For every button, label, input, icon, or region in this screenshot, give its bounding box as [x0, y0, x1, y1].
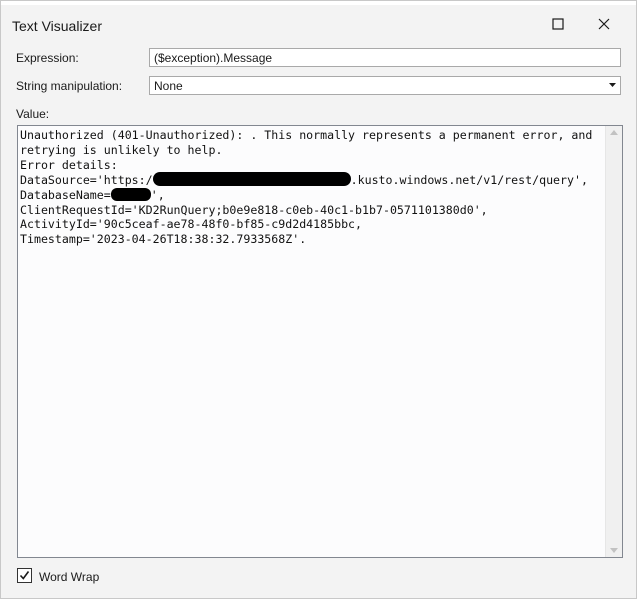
scroll-up-icon[interactable] — [610, 130, 618, 135]
text-visualizer-window: Text Visualizer Expression: String manip… — [0, 0, 637, 599]
value-line: .kusto.windows.net/v1/rest/query', — [350, 172, 588, 187]
window-title: Text Visualizer — [12, 18, 103, 34]
value-line: DatabaseName= — [20, 187, 111, 202]
value-textarea[interactable]: Unauthorized (401-Unauthorized): . This … — [17, 125, 623, 558]
string-manipulation-select[interactable]: None — [149, 76, 621, 95]
value-line: DataSource='https:/ — [20, 172, 153, 187]
value-line: Timestamp='2023-04-26T18:38:32.7933568Z'… — [20, 232, 307, 247]
check-icon — [19, 571, 30, 580]
close-icon — [598, 18, 610, 30]
maximize-button[interactable] — [536, 9, 582, 41]
value-line: Unauthorized (401-Unauthorized): . This … — [20, 128, 593, 142]
expression-input[interactable] — [149, 48, 621, 67]
chevron-down-icon — [609, 83, 616, 87]
value-line: Error details: — [20, 157, 118, 172]
value-line: ActivityId='90c5ceaf-ae78-48f0-bf85-c9d2… — [20, 217, 363, 232]
value-text[interactable]: Unauthorized (401-Unauthorized): . This … — [20, 128, 604, 247]
scroll-down-icon[interactable] — [610, 548, 618, 553]
string-manipulation-value: None — [154, 79, 183, 93]
maximize-icon — [552, 18, 564, 30]
word-wrap-checkbox[interactable] — [17, 568, 32, 583]
value-line: ClientRequestId='KD2RunQuery;b0e9e818-c0… — [20, 202, 488, 217]
close-button[interactable] — [582, 9, 628, 41]
word-wrap-label[interactable]: Word Wrap — [39, 570, 99, 584]
redaction-mark — [152, 172, 351, 187]
title-bar[interactable]: Text Visualizer — [1, 5, 636, 41]
string-manipulation-label: String manipulation: — [16, 79, 123, 93]
expression-label: Expression: — [16, 51, 79, 65]
value-line: ', — [150, 187, 165, 202]
vertical-scrollbar[interactable] — [605, 126, 622, 557]
value-label: Value: — [16, 107, 50, 121]
redaction-mark — [110, 187, 151, 201]
value-line: retrying is unlikely to help. — [20, 142, 223, 157]
